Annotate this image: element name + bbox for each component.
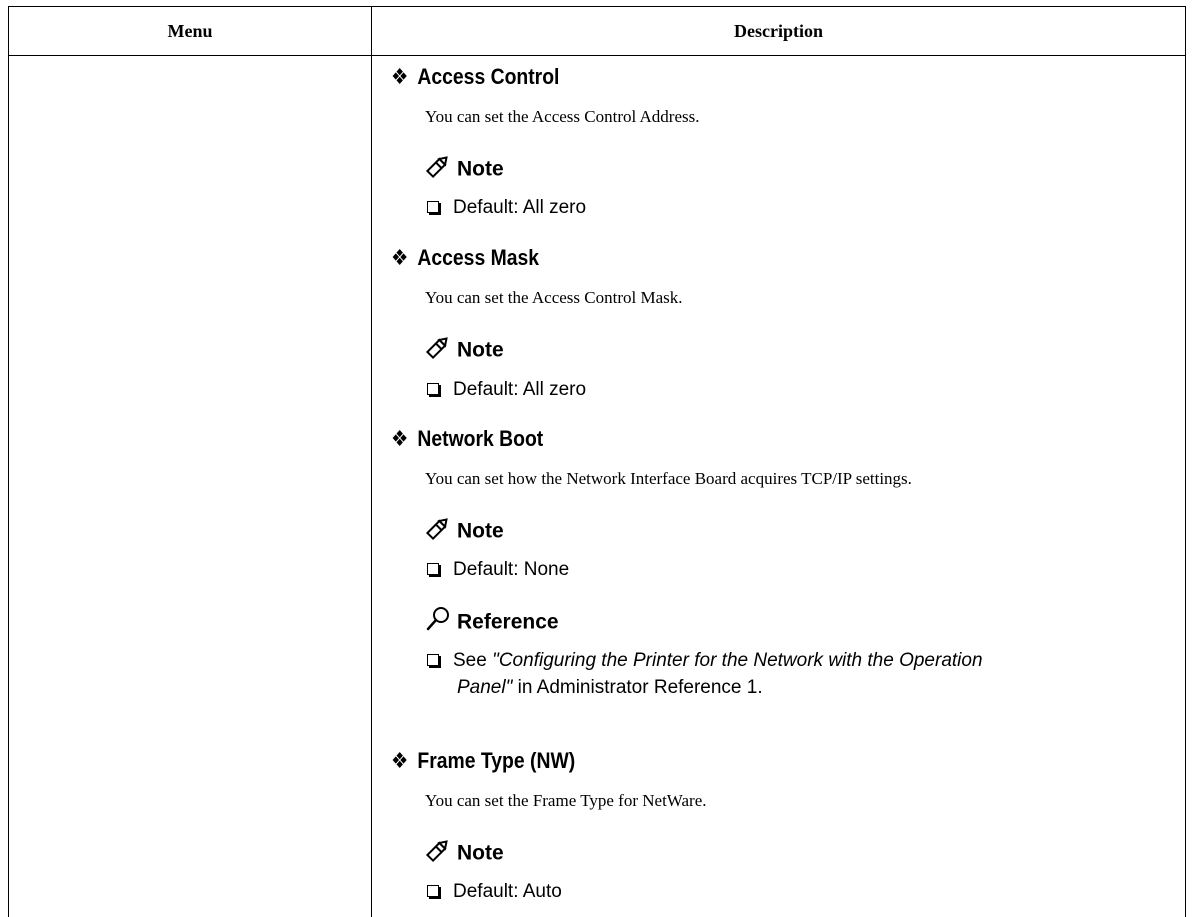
table-header-row: Menu Description xyxy=(9,7,1185,56)
note-item: Default: None xyxy=(425,557,569,583)
header-menu: Menu xyxy=(167,21,213,41)
diamond-bullet-icon: ❖ xyxy=(391,245,409,270)
checkbox-bullet-icon xyxy=(427,383,439,395)
checkbox-bullet-icon xyxy=(427,885,439,897)
entry-title-access-control: ❖ Access Control xyxy=(391,64,560,89)
entry-description: You can set the Access Control Mask. xyxy=(425,288,683,307)
entry-description: You can set the Frame Type for NetWare. xyxy=(425,791,707,810)
menu-description-table: Menu Description ❖ Access Control You can… xyxy=(8,6,1186,917)
reference-heading: Reference xyxy=(425,606,559,640)
pencil-note-icon xyxy=(425,837,455,871)
diamond-bullet-icon: ❖ xyxy=(391,748,409,773)
note-heading: Note xyxy=(425,515,504,549)
entry-title-access-mask: ❖ Access Mask xyxy=(391,245,540,270)
entry-description: You can set how the Network Interface Bo… xyxy=(425,469,912,488)
magnifier-reference-icon xyxy=(425,606,455,640)
header-description: Description xyxy=(734,21,823,41)
note-item: Default: All zero xyxy=(425,195,586,221)
checkbox-bullet-icon xyxy=(427,563,439,575)
entry-title-network-boot: ❖ Network Boot xyxy=(391,426,544,451)
checkbox-bullet-icon xyxy=(427,654,439,666)
note-item: Default: Auto xyxy=(425,879,562,905)
entry-description: You can set the Access Control Address. xyxy=(425,107,700,126)
note-item: Default: All zero xyxy=(425,377,586,403)
diamond-bullet-icon: ❖ xyxy=(391,64,409,89)
entry-title-frame-type: ❖ Frame Type (NW) xyxy=(391,748,576,773)
reference-item: See "Configuring the Printer for the Net… xyxy=(425,647,1194,701)
diamond-bullet-icon: ❖ xyxy=(391,426,409,451)
pencil-note-icon xyxy=(425,153,455,187)
reference-link-text[interactable]: "Configuring the Printer for the Network… xyxy=(492,650,982,671)
pencil-note-icon xyxy=(425,515,455,549)
note-heading: Note xyxy=(425,153,504,187)
reference-link-text-cont[interactable]: Panel" xyxy=(457,677,512,698)
note-heading: Note xyxy=(425,334,504,368)
column-divider xyxy=(371,7,372,917)
note-heading: Note xyxy=(425,837,504,871)
pencil-note-icon xyxy=(425,334,455,368)
checkbox-bullet-icon xyxy=(427,201,439,213)
